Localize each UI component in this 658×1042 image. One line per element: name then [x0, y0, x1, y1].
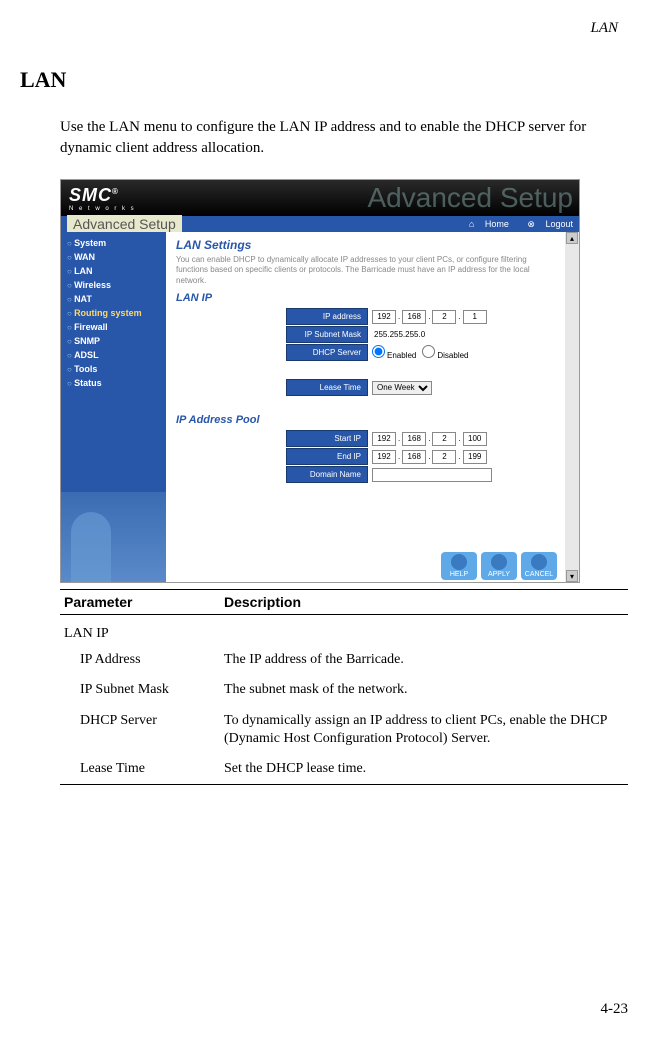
param-dhcp-server: DHCP Server: [60, 706, 220, 754]
sidebar-image-area: [61, 492, 166, 582]
start-ip-2[interactable]: [402, 432, 426, 446]
param-ip-subnet-mask: IP Subnet Mask: [60, 675, 220, 705]
logout-icon: ⊗: [527, 219, 535, 229]
param-ip-address: IP Address: [60, 645, 220, 675]
help-label: HELP: [450, 571, 468, 578]
group-lan-ip: LAN IP: [60, 615, 628, 646]
subnet-label: IP Subnet Mask: [286, 326, 368, 343]
desc-ip-subnet-mask: The subnet mask of the network.: [220, 675, 628, 705]
start-ip-4[interactable]: [463, 432, 487, 446]
dhcp-enabled-option[interactable]: Enabled: [372, 345, 416, 360]
scrollbar[interactable]: ▴ ▾: [565, 232, 579, 582]
main-description: You can enable DHCP to dynamically alloc…: [176, 255, 555, 286]
start-ip-1[interactable]: [372, 432, 396, 446]
page-number: 4-23: [601, 1001, 629, 1018]
end-ip-row: End IP . . .: [286, 448, 555, 465]
sidebar-item-wireless[interactable]: Wireless: [61, 278, 166, 292]
action-buttons: HELP APPLY CANCEL: [441, 552, 557, 580]
th-description: Description: [220, 590, 628, 615]
apply-label: APPLY: [488, 571, 510, 578]
domain-row: Domain Name: [286, 466, 555, 483]
end-ip-4[interactable]: [463, 450, 487, 464]
logout-label: Logout: [545, 219, 573, 229]
cancel-label: CANCEL: [525, 571, 553, 578]
ip-octet-4[interactable]: [463, 310, 487, 324]
dhcp-disabled-text: Disabled: [437, 351, 468, 360]
logo-text: SMC: [69, 185, 112, 205]
sidebar-item-system[interactable]: System: [61, 236, 166, 250]
param-lease-time: Lease Time: [60, 754, 220, 785]
scroll-down-icon[interactable]: ▾: [566, 570, 578, 582]
dhcp-enabled-text: Enabled: [387, 351, 416, 360]
start-ip-row: Start IP . . .: [286, 430, 555, 447]
sidebar-item-wan[interactable]: WAN: [61, 250, 166, 264]
main-title: LAN Settings: [176, 238, 555, 252]
dhcp-row: DHCP Server Enabled Disabled: [286, 344, 555, 361]
home-link[interactable]: ⌂ Home: [461, 219, 509, 229]
logo-reg: ®: [112, 187, 119, 196]
home-icon: ⌂: [469, 219, 474, 229]
ip-octet-3[interactable]: [432, 310, 456, 324]
sidebar-item-snmp[interactable]: SNMP: [61, 334, 166, 348]
subnet-row: IP Subnet Mask 255.255.255.0: [286, 326, 555, 343]
apply-icon: [491, 554, 507, 570]
help-button[interactable]: HELP: [441, 552, 477, 580]
topbar-title: Advanced Setup: [67, 215, 182, 233]
sidebar-item-status[interactable]: Status: [61, 376, 166, 390]
sidebar-item-lan[interactable]: LAN: [61, 264, 166, 278]
start-ip-3[interactable]: [432, 432, 456, 446]
ip-address-row: IP address . . .: [286, 308, 555, 325]
sidebar-item-tools[interactable]: Tools: [61, 362, 166, 376]
sidebar-item-nat[interactable]: NAT: [61, 292, 166, 306]
dhcp-disabled-radio[interactable]: [422, 345, 435, 358]
domain-input[interactable]: [372, 468, 492, 482]
screenshot-header: SMC® N e t w o r k s: [61, 180, 579, 216]
desc-ip-address: The IP address of the Barricade.: [220, 645, 628, 675]
embedded-screenshot: Advanced Setup SMC® N e t w o r k s Adva…: [60, 179, 580, 583]
end-ip-label: End IP: [286, 448, 368, 465]
page-header-label: LAN: [20, 20, 618, 37]
sidebar-item-firewall[interactable]: Firewall: [61, 320, 166, 334]
ip-address-label: IP address: [286, 308, 368, 325]
pool-title: IP Address Pool: [176, 414, 555, 426]
screenshot-body: SystemWANLANWirelessNATRouting systemFir…: [61, 232, 579, 582]
logo: SMC® N e t w o r k s: [69, 185, 136, 212]
ip-octet-2[interactable]: [402, 310, 426, 324]
section-title: LAN: [20, 67, 628, 93]
lease-row: Lease Time One Week: [286, 379, 555, 396]
home-label: Home: [485, 219, 509, 229]
cancel-icon: [531, 554, 547, 570]
ip-octet-1[interactable]: [372, 310, 396, 324]
dhcp-enabled-radio[interactable]: [372, 345, 385, 358]
sidebar-item-routing-system[interactable]: Routing system: [61, 306, 166, 320]
domain-label: Domain Name: [286, 466, 368, 483]
lease-select[interactable]: One Week: [372, 381, 432, 395]
end-ip-2[interactable]: [402, 450, 426, 464]
th-parameter: Parameter: [60, 590, 220, 615]
end-ip-3[interactable]: [432, 450, 456, 464]
topbar-right: ⌂ Home ⊗ Logout: [453, 219, 573, 230]
logout-link[interactable]: ⊗ Logout: [519, 219, 573, 229]
dhcp-label: DHCP Server: [286, 344, 368, 361]
lease-label: Lease Time: [286, 379, 368, 396]
screenshot-topbar: Advanced Setup ⌂ Home ⊗ Logout: [61, 216, 579, 232]
intro-paragraph: Use the LAN menu to configure the LAN IP…: [60, 117, 628, 159]
help-icon: [451, 554, 467, 570]
scroll-up-icon[interactable]: ▴: [566, 232, 578, 244]
person-silhouette: [71, 512, 111, 582]
screenshot-main: LAN Settings You can enable DHCP to dyna…: [166, 232, 565, 582]
sidebar-item-adsl[interactable]: ADSL: [61, 348, 166, 362]
cancel-button[interactable]: CANCEL: [521, 552, 557, 580]
parameter-table: Parameter Description LAN IPIP AddressTh…: [60, 589, 628, 785]
desc-lease-time: Set the DHCP lease time.: [220, 754, 628, 785]
lan-ip-title: LAN IP: [176, 292, 555, 304]
dhcp-disabled-option[interactable]: Disabled: [422, 345, 468, 360]
start-ip-label: Start IP: [286, 430, 368, 447]
logo-sub: N e t w o r k s: [69, 206, 136, 212]
end-ip-1[interactable]: [372, 450, 396, 464]
apply-button[interactable]: APPLY: [481, 552, 517, 580]
screenshot-sidebar: SystemWANLANWirelessNATRouting systemFir…: [61, 232, 166, 582]
desc-dhcp-server: To dynamically assign an IP address to c…: [220, 706, 628, 754]
subnet-value: 255.255.255.0: [372, 330, 425, 339]
